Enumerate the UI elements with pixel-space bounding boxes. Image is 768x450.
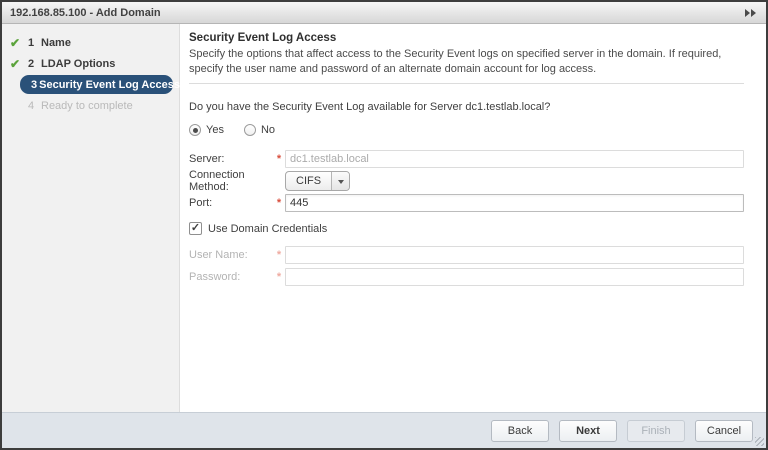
user-name-label: User Name: bbox=[189, 249, 273, 261]
wizard-step-name[interactable]: ✔ 1 Name bbox=[2, 32, 179, 53]
add-domain-dialog: 192.168.85.100 - Add Domain ✔ 1 Name ✔ 2… bbox=[0, 0, 768, 450]
server-row: Server: * bbox=[189, 150, 744, 168]
dialog-titlebar: 192.168.85.100 - Add Domain bbox=[2, 2, 766, 24]
user-name-row: User Name: * bbox=[189, 246, 744, 264]
wizard-steps-sidebar: ✔ 1 Name ✔ 2 LDAP Options 3 Security Eve… bbox=[2, 24, 180, 412]
step-label: Ready to complete bbox=[41, 100, 133, 112]
header-divider bbox=[189, 83, 744, 84]
step-number: 4 bbox=[28, 100, 39, 112]
page-description: Specify the options that affect access t… bbox=[189, 47, 744, 76]
wizard-content-panel: Security Event Log Access Specify the op… bbox=[180, 24, 766, 412]
radio-option-no[interactable]: No bbox=[244, 124, 275, 136]
use-domain-credentials-option[interactable]: ✓ Use Domain Credentials bbox=[189, 221, 744, 236]
step-label: Name bbox=[41, 37, 71, 49]
connection-method-value: CIFS bbox=[286, 172, 331, 190]
check-icon: ✔ bbox=[10, 57, 26, 71]
connection-method-label: Connection Method: bbox=[189, 169, 273, 193]
chevron-down-icon[interactable] bbox=[331, 172, 349, 190]
check-icon: ✔ bbox=[10, 36, 26, 50]
collapse-dialog-icon[interactable] bbox=[743, 7, 758, 19]
wizard-step-ldap-options[interactable]: ✔ 2 LDAP Options bbox=[2, 53, 179, 74]
server-label: Server: bbox=[189, 153, 273, 165]
password-required-asterisk: * bbox=[273, 271, 285, 283]
resize-grip[interactable] bbox=[755, 437, 764, 446]
server-input bbox=[285, 150, 744, 168]
password-input bbox=[285, 268, 744, 286]
user-name-input bbox=[285, 246, 744, 264]
port-required-asterisk: * bbox=[273, 197, 285, 209]
log-access-form: Server: * Connection Method: CIFS Port: … bbox=[189, 150, 744, 286]
step-number: 3 bbox=[31, 79, 37, 91]
security-log-question: Do you have the Security Event Log avail… bbox=[189, 101, 744, 113]
server-required-asterisk: * bbox=[273, 153, 285, 165]
step-number: 1 bbox=[28, 37, 39, 49]
next-button[interactable]: Next bbox=[559, 420, 617, 442]
step-label: LDAP Options bbox=[41, 58, 115, 70]
radio-yes-label: Yes bbox=[206, 124, 224, 136]
cancel-button[interactable]: Cancel bbox=[695, 420, 753, 442]
port-row: Port: * bbox=[189, 194, 744, 212]
dialog-footer: Back Next Finish Cancel bbox=[2, 412, 766, 448]
port-label: Port: bbox=[189, 197, 273, 209]
radio-no-label: No bbox=[261, 124, 275, 136]
password-row: Password: * bbox=[189, 268, 744, 286]
radio-no-unselected-icon[interactable] bbox=[244, 124, 256, 136]
step-number: 2 bbox=[28, 58, 39, 70]
use-domain-credentials-label: Use Domain Credentials bbox=[208, 223, 327, 235]
port-input[interactable] bbox=[285, 194, 744, 212]
page-title: Security Event Log Access bbox=[189, 32, 744, 44]
step-label: Security Event Log Access bbox=[39, 79, 180, 91]
connection-method-dropdown[interactable]: CIFS bbox=[285, 171, 350, 191]
user-name-required-asterisk: * bbox=[273, 249, 285, 261]
connection-method-row: Connection Method: CIFS bbox=[189, 172, 744, 190]
wizard-step-ready-to-complete: 4 Ready to complete bbox=[2, 95, 179, 116]
dialog-title: 192.168.85.100 - Add Domain bbox=[10, 7, 743, 19]
finish-button: Finish bbox=[627, 420, 685, 442]
radio-yes-selected-icon[interactable] bbox=[189, 124, 201, 136]
checkbox-checked-icon[interactable]: ✓ bbox=[189, 222, 202, 235]
password-label: Password: bbox=[189, 271, 273, 283]
radio-option-yes[interactable]: Yes bbox=[189, 124, 224, 136]
back-button[interactable]: Back bbox=[491, 420, 549, 442]
security-log-radio-group: Yes No bbox=[189, 124, 744, 136]
wizard-step-security-event-log-access[interactable]: 3 Security Event Log Access bbox=[20, 75, 173, 94]
